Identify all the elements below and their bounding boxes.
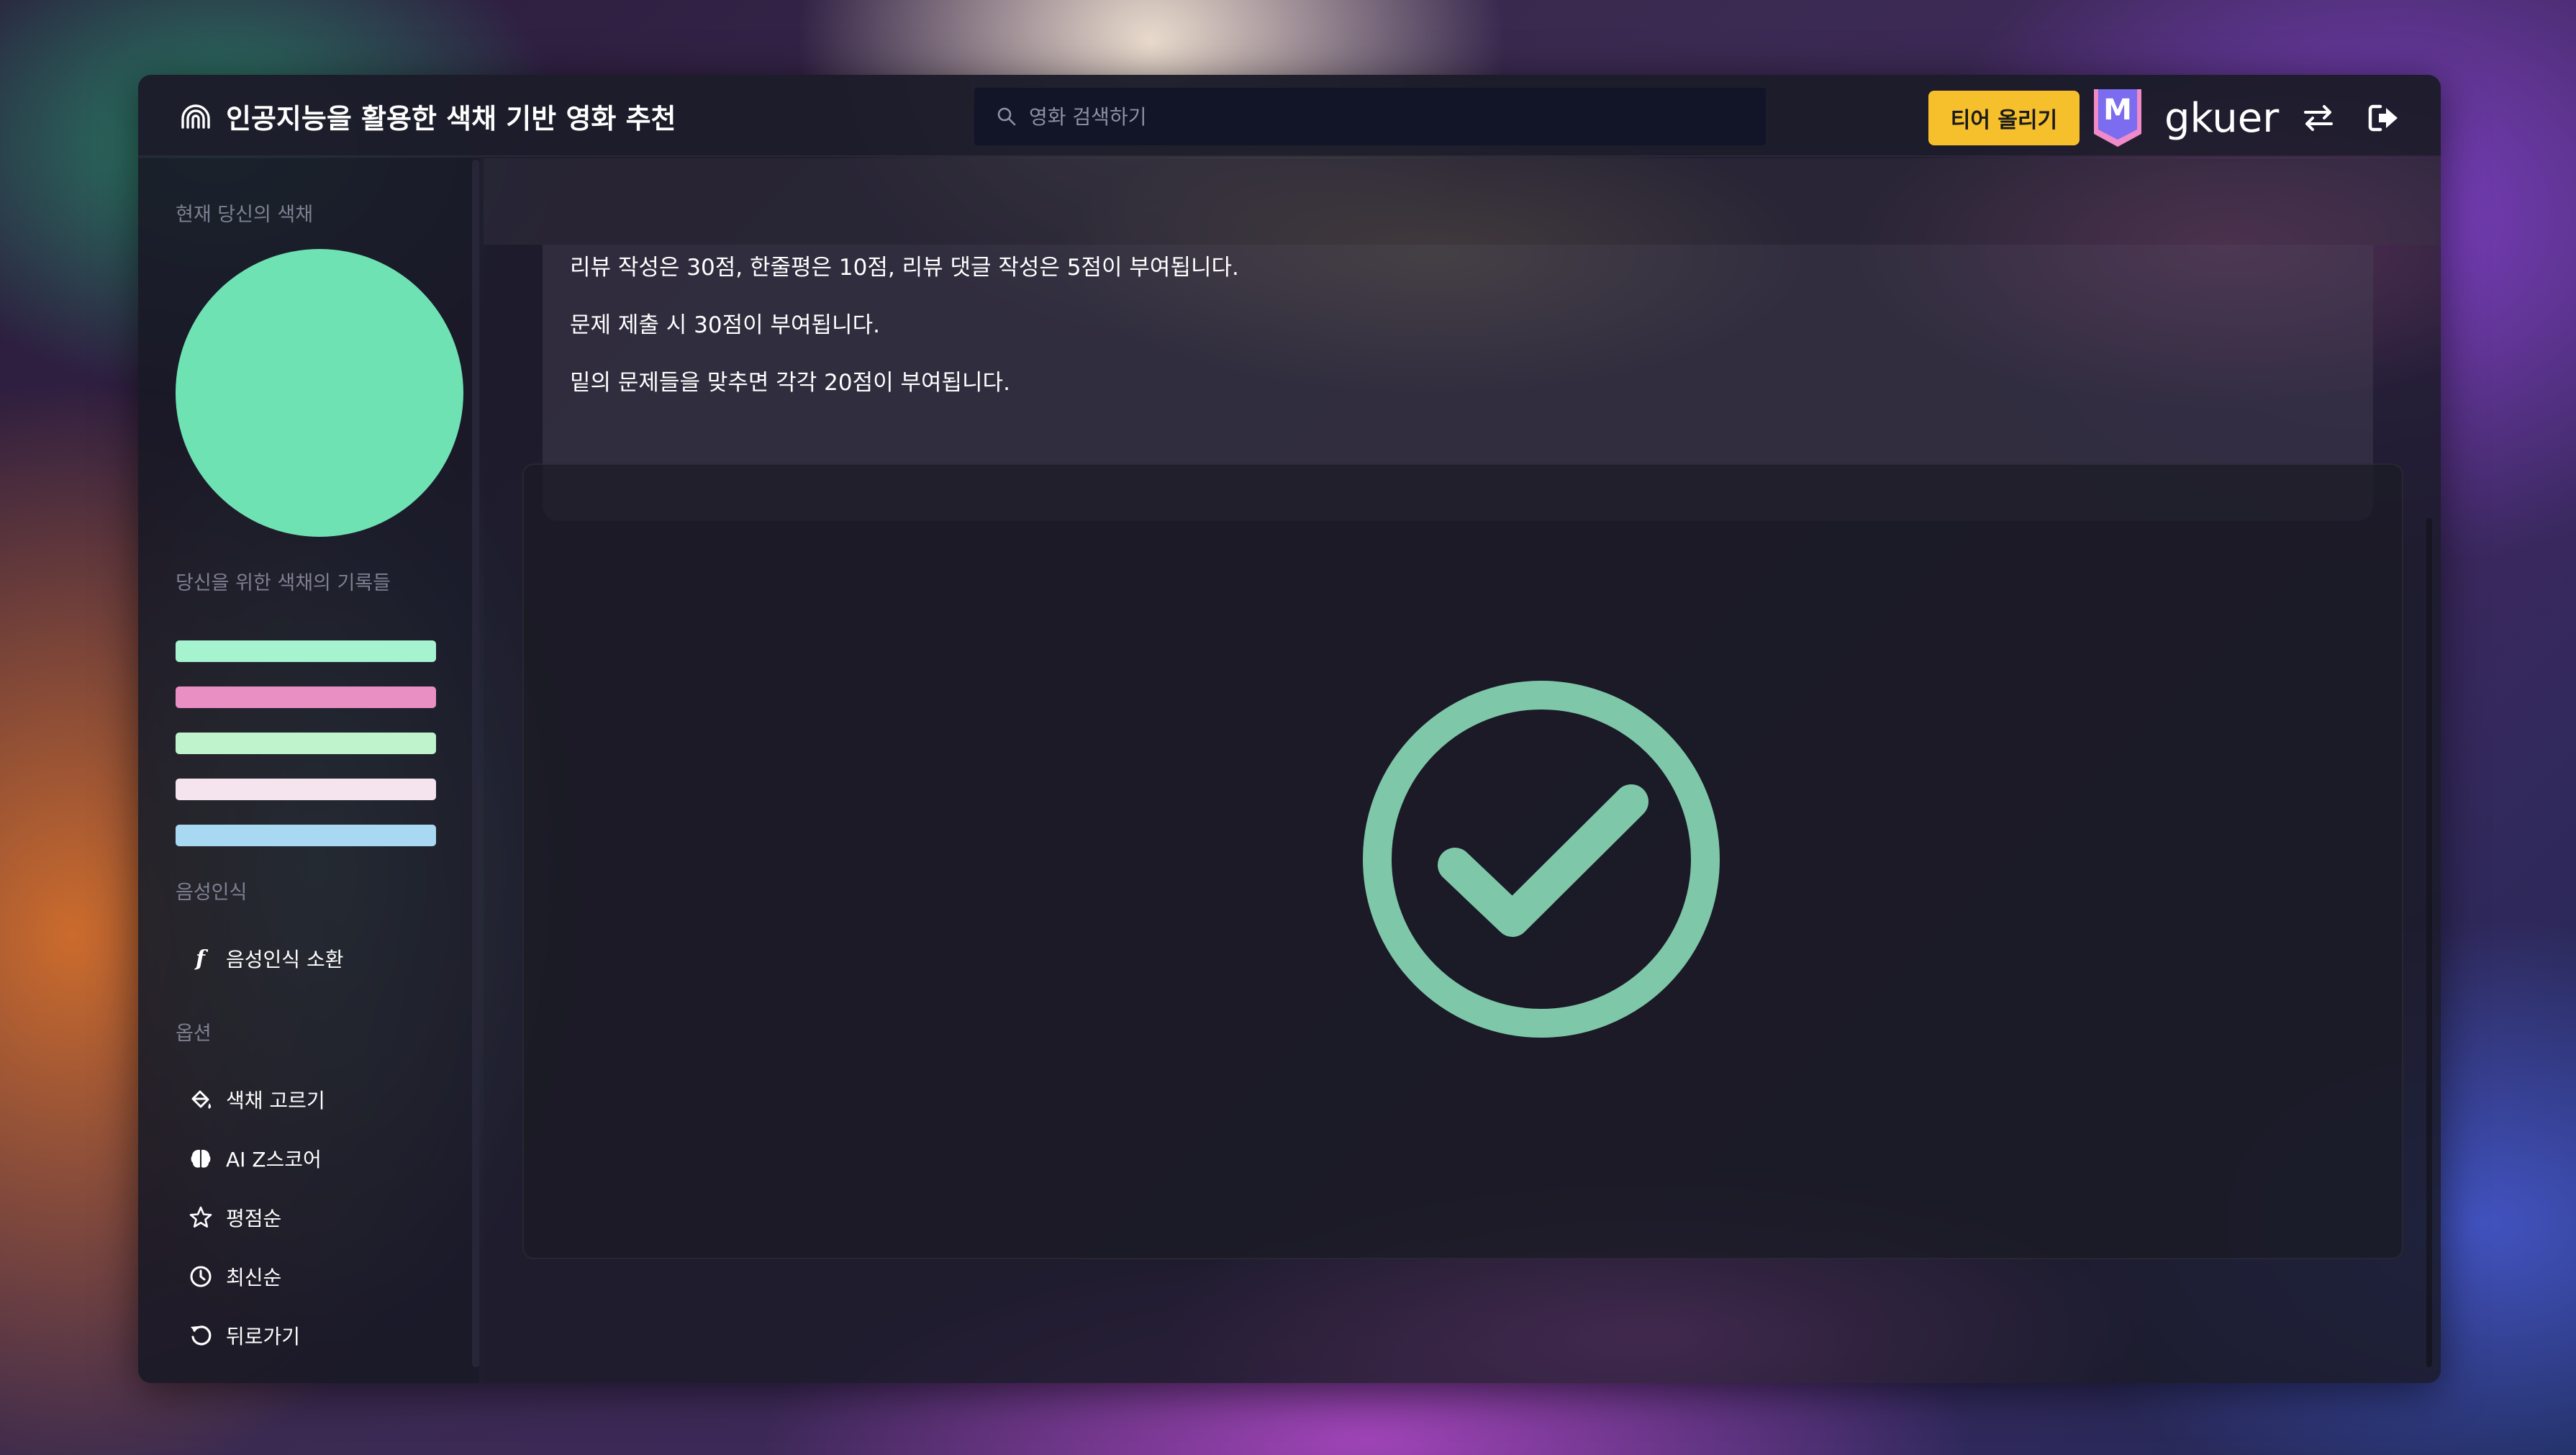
- voice-recognition-item[interactable]: f 음성인식 소환: [189, 938, 343, 979]
- fingerprint-icon: [181, 104, 210, 129]
- brain-icon: [191, 1149, 211, 1168]
- clock-icon: [190, 1266, 212, 1287]
- main-top-strip: [484, 158, 2441, 245]
- tier-up-button[interactable]: 티어 올리기: [1928, 91, 2080, 145]
- option-label: 최신순: [226, 1266, 282, 1289]
- option-latest-sort[interactable]: 최신순: [189, 1256, 281, 1297]
- option-ai-zscore[interactable]: AI Z스코어: [189, 1138, 322, 1179]
- option-label: 평점순: [226, 1207, 282, 1230]
- options-section-label: 옵션: [176, 1023, 212, 1045]
- score-info-line: 밑의 문제들을 맞추면 각각 20점이 부여됩니다.: [570, 370, 1010, 396]
- option-color-pick[interactable]: 색채 고르기: [189, 1079, 325, 1120]
- voice-section-label: 음성인식: [176, 881, 248, 904]
- username[interactable]: gkuer: [2164, 91, 2279, 145]
- search-icon: [997, 107, 1016, 126]
- option-label: AI Z스코어: [226, 1148, 322, 1171]
- option-label: 뒤로가기: [226, 1325, 301, 1349]
- logout-icon[interactable]: [2366, 101, 2400, 135]
- option-label: 색채 고르기: [226, 1089, 325, 1112]
- swap-icon[interactable]: [2301, 101, 2336, 135]
- brand[interactable]: 인공지능을 활용한 색채 기반 영화 추천: [178, 96, 676, 135]
- history-color-bar[interactable]: [176, 825, 436, 846]
- top-header: 인공지능을 활용한 색채 기반 영화 추천 티어 올리기 M gkuer: [138, 75, 2441, 157]
- check-circle-icon: [1363, 681, 1720, 1038]
- tier-badge-icon: M: [2094, 89, 2141, 147]
- option-go-back[interactable]: 뒤로가기: [189, 1315, 300, 1356]
- history-color-bar[interactable]: [176, 686, 436, 708]
- star-icon: [189, 1206, 212, 1228]
- sidebar-scrollbar[interactable]: [472, 160, 479, 1367]
- current-color-label: 현재 당신의 색채: [176, 204, 314, 226]
- function-icon: f: [194, 946, 209, 971]
- app-window: 인공지능을 활용한 색채 기반 영화 추천 티어 올리기 M gkuer: [138, 75, 2441, 1383]
- voice-recognition-label: 음성인식 소환: [226, 948, 344, 971]
- main-scrollbar[interactable]: [2426, 518, 2432, 1367]
- app-title: 인공지능을 활용한 색채 기반 영화 추천: [226, 102, 676, 135]
- search-input[interactable]: [1029, 104, 1749, 129]
- history-color-bar[interactable]: [176, 640, 436, 662]
- history-color-bar[interactable]: [176, 779, 436, 800]
- paint-bucket-icon: [191, 1090, 212, 1109]
- current-color-swatch: [176, 249, 463, 537]
- option-rating-sort[interactable]: 평점순: [189, 1197, 281, 1238]
- score-info-line: 문제 제출 시 30점이 부여됩니다.: [570, 312, 880, 338]
- undo-icon: [191, 1325, 212, 1346]
- badge-letter: M: [2103, 94, 2132, 127]
- svg-text:f: f: [194, 946, 209, 971]
- search-bar[interactable]: [974, 88, 1766, 145]
- history-color-bar[interactable]: [176, 733, 436, 754]
- score-info-line: 리뷰 작성은 30점, 한줄평은 10점, 리뷰 댓글 작성은 5점이 부여됩니…: [570, 255, 1239, 281]
- history-label: 당신을 위한 색채의 기록들: [176, 572, 391, 594]
